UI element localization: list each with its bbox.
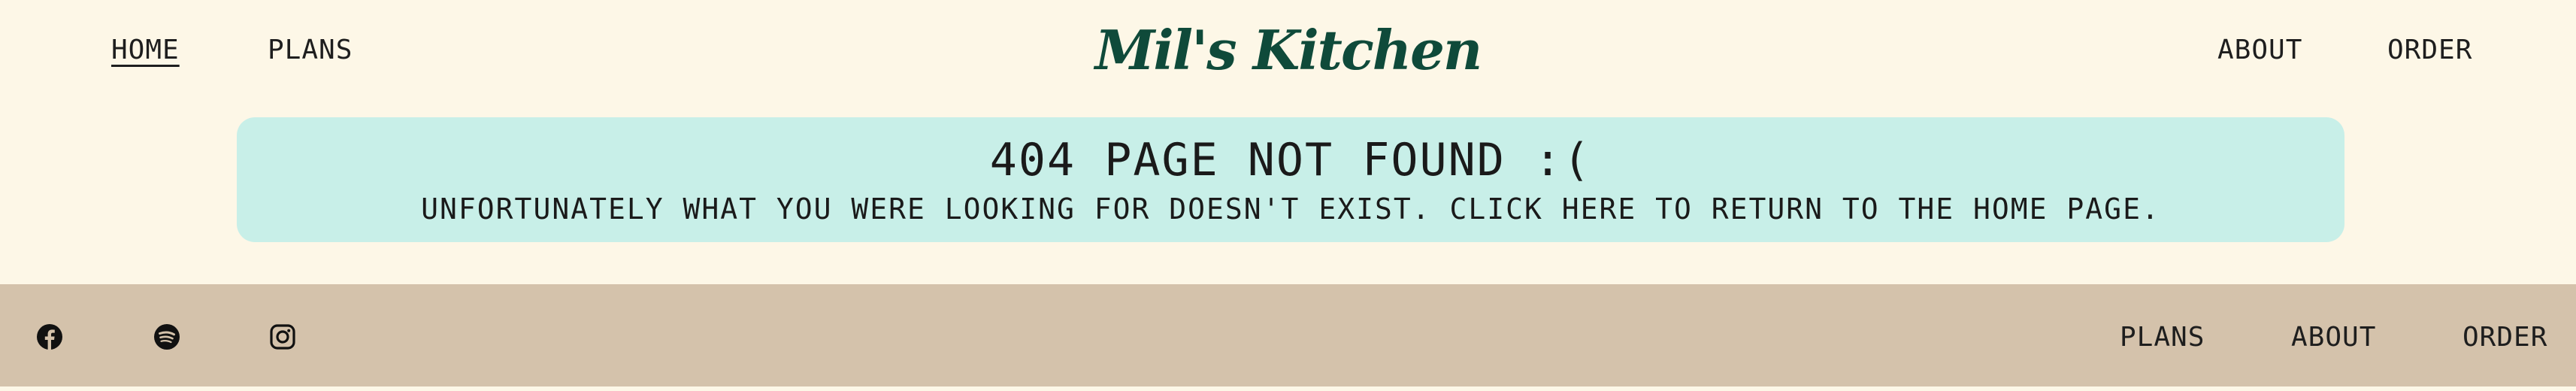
footer-plans-link[interactable]: PLANS: [2120, 322, 2205, 353]
site-footer: PLANS ABOUT ORDER: [0, 284, 2576, 386]
nav-about-link[interactable]: ABOUT: [2217, 35, 2302, 65]
error-notice: 404 PAGE NOT FOUND :( UNFORTUNATELY WHAT…: [237, 117, 2344, 242]
spotify-icon[interactable]: [153, 323, 180, 350]
facebook-icon[interactable]: [36, 323, 63, 350]
nav-order-link[interactable]: ORDER: [2387, 35, 2472, 65]
footer-order-link[interactable]: ORDER: [2462, 322, 2547, 353]
site-header: HOME PLANS Mil's Kitchen ABOUT ORDER: [0, 0, 2576, 113]
return-home-link[interactable]: UNFORTUNATELY WHAT YOU WERE LOOKING FOR …: [237, 192, 2344, 226]
brand-logo[interactable]: Mil's Kitchen: [0, 18, 2576, 82]
error-title: 404 PAGE NOT FOUND :(: [989, 134, 1592, 186]
instagram-icon[interactable]: [269, 323, 296, 350]
footer-about-link[interactable]: ABOUT: [2291, 322, 2376, 353]
